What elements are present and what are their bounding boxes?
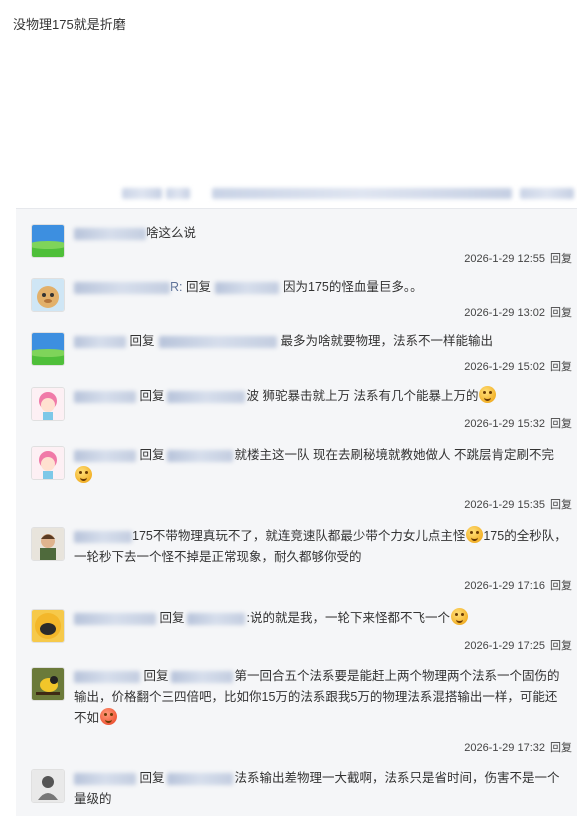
comment-meta: 2026-1-29 15:02 回复 (464, 358, 572, 374)
user-name[interactable] (74, 449, 136, 462)
reply-button[interactable]: 回复 (550, 253, 572, 265)
reply-button[interactable]: 回复 (550, 361, 572, 373)
reply-button[interactable]: 回复 (550, 499, 572, 511)
comment-time: 2026-1-29 15:02 (464, 361, 545, 373)
comment-text: 175不带物理真玩不了，就连竞速队都最少带个力女儿点主怪 (132, 529, 466, 543)
user-name[interactable] (74, 772, 136, 785)
reply-target-name[interactable] (166, 772, 233, 785)
user-name[interactable] (74, 227, 146, 240)
comment-meta: 2026-1-29 13:02 回复 (464, 304, 572, 320)
user-name[interactable] (74, 530, 132, 543)
reply-target-name[interactable] (215, 281, 279, 294)
emoji-icon (450, 608, 468, 625)
comment-meta: 2026-1-29 17:16 回复 (464, 577, 572, 593)
user-name[interactable] (74, 281, 170, 294)
comment-meta: 2026-1-29 12:55 回复 (464, 250, 572, 266)
reply-button[interactable]: 回复 (550, 418, 572, 430)
avatar[interactable] (31, 769, 65, 803)
emoji-icon (75, 466, 92, 483)
user-name[interactable] (74, 670, 140, 683)
emoji-icon (100, 708, 118, 725)
avatar[interactable] (31, 667, 65, 701)
avatar[interactable] (31, 387, 65, 421)
avatar[interactable] (31, 527, 65, 561)
user-name[interactable] (74, 390, 136, 403)
avatar[interactable] (31, 278, 65, 312)
comment-time: 2026-1-29 17:32 (464, 742, 545, 754)
comment-text: 就楼主这一队 现在去刷秘境就教她做人 不跳层肯定刷不完 (234, 448, 554, 462)
reply-button[interactable]: 回复 (550, 307, 572, 319)
comment-meta: 2026-1-29 17:32 回复 (464, 739, 572, 755)
reply-target-name[interactable] (166, 390, 245, 403)
avatar[interactable] (31, 446, 65, 480)
comment-panel: 啥这么说 2026-1-29 12:55 回复 R: 回复 因为175的怪血量巨多。… (16, 208, 577, 816)
reply-target-name[interactable] (170, 670, 233, 683)
comment-time: 2026-1-29 17:16 (464, 580, 545, 592)
comment-time: 2026-1-29 12:55 (464, 253, 545, 265)
avatar[interactable] (31, 224, 65, 258)
comment-time: 2026-1-29 15:35 (464, 499, 545, 511)
comment-text: 啥这么说 (146, 226, 197, 240)
comment-meta: 2026-1-29 15:35 回复 (464, 496, 572, 512)
comment-text: 最多为啥就要物理，法系不一样能输出 (280, 334, 494, 348)
emoji-icon (466, 526, 484, 543)
comment-time: 2026-1-29 13:02 (464, 307, 545, 319)
comment-meta: 2026-1-29 15:32 回复 (464, 415, 572, 431)
reply-target-name[interactable] (166, 449, 233, 462)
comment-text: 波 狮驼暴击就上万 法系有几个能暴上万的 (246, 389, 479, 403)
reply-button[interactable]: 回复 (550, 580, 572, 592)
avatar[interactable] (31, 609, 65, 643)
comment-time: 2026-1-29 17:25 (464, 640, 545, 652)
comment-text: 因为175的怪血量巨多。。 (283, 280, 423, 294)
reply-target-name[interactable] (186, 612, 245, 625)
user-name[interactable] (74, 335, 126, 348)
comment-meta: 2026-1-29 17:25 回复 (464, 637, 572, 653)
post-content: 没物理175就是折磨 (13, 17, 126, 32)
reply-target-name[interactable] (158, 335, 277, 348)
comment-text: :说的就是我，一轮下来怪都不飞一个 (246, 611, 450, 625)
avatar[interactable] (31, 332, 65, 366)
user-name[interactable] (74, 612, 156, 625)
comment-time: 2026-1-29 15:32 (464, 418, 545, 430)
reply-button[interactable]: 回复 (550, 742, 572, 754)
emoji-icon (479, 386, 497, 403)
reply-button[interactable]: 回复 (550, 640, 572, 652)
